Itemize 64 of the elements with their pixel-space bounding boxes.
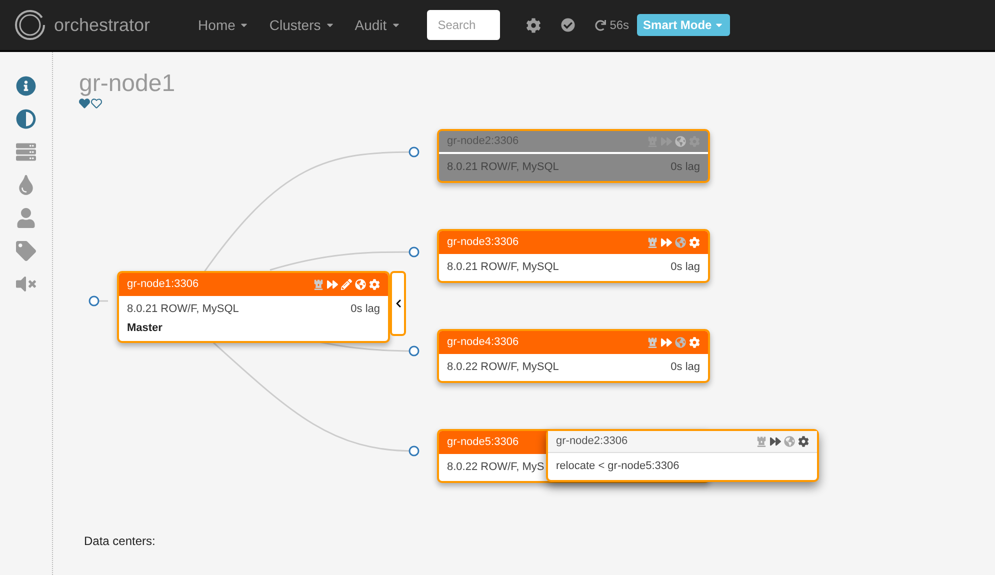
instance-name: gr-node1:3306 [127, 277, 199, 292]
globe-icon[interactable] [675, 136, 686, 147]
fast-forward-icon [770, 436, 781, 447]
instance-card[interactable]: gr-node1:3306 8.0.21 ROW/F, MySQL 0s lag Master [117, 271, 390, 343]
fast-forward-icon[interactable] [327, 279, 338, 290]
connector-line [99, 300, 108, 302]
data-centers-label: Data centers: [84, 533, 156, 550]
drop-icon[interactable] [16, 175, 36, 195]
nav-menu[interactable]: Home [198, 14, 250, 36]
node-handle[interactable] [408, 346, 420, 356]
popup-action-text: relocate < gr-node5:3306 [555, 459, 680, 474]
node-handle[interactable] [408, 446, 420, 456]
heart-icon[interactable] [79, 98, 90, 109]
instance-card[interactable]: gr-node3:3306 8.0.21 ROW/F, MySQL 0s lag [437, 229, 710, 282]
brand-name[interactable]: orchestrator [54, 12, 150, 38]
user-icon[interactable] [16, 208, 36, 228]
instance-name: gr-node5:3306 [447, 435, 519, 450]
tag-icon[interactable] [16, 241, 36, 261]
instance-card[interactable]: gr-node4:3306 8.0.22 ROW/F, MySQL 0s lag [437, 329, 710, 382]
settings-icon [798, 436, 809, 447]
mute-icon[interactable] [16, 274, 36, 294]
globe-icon[interactable] [675, 337, 686, 348]
instance-name: gr-node3:3306 [447, 235, 519, 250]
settings-icon[interactable] [526, 18, 541, 32]
lag-text: 0s lag [670, 360, 700, 375]
lag-text: 0s lag [670, 160, 700, 175]
fast-forward-icon[interactable] [661, 337, 672, 348]
server-icon[interactable] [16, 142, 36, 162]
popup-title: gr-node2:3306 [556, 434, 628, 450]
globe-icon[interactable] [675, 237, 686, 248]
version-text: 8.0.21 ROW/F, MySQL [447, 160, 559, 175]
chevron-left-icon [394, 299, 402, 308]
rook-icon[interactable] [647, 237, 658, 248]
version-text: 8.0.22 ROW/F, MyS [447, 460, 544, 475]
logo-icon [14, 9, 46, 41]
globe-icon[interactable] [355, 279, 366, 290]
rook-icon [756, 436, 767, 447]
settings-icon[interactable] [689, 337, 700, 348]
nav-menu[interactable]: Audit [354, 14, 401, 36]
refresh-button[interactable]: 56s [594, 16, 630, 34]
globe-icon [784, 436, 795, 447]
rook-icon[interactable] [647, 337, 658, 348]
rook-icon[interactable] [313, 279, 324, 290]
node-handle[interactable] [408, 146, 420, 158]
lag-text: 0s lag [350, 302, 380, 317]
instance-name: gr-node4:3306 [447, 335, 519, 350]
node-handle[interactable] [408, 246, 420, 258]
pencil-icon[interactable] [341, 279, 352, 290]
node-handle[interactable] [88, 296, 100, 306]
version-text: 8.0.21 ROW/F, MySQL [127, 302, 239, 317]
version-text: 8.0.22 ROW/F, MySQL [447, 360, 559, 375]
version-text: 8.0.21 ROW/F, MySQL [447, 260, 559, 275]
fast-forward-icon[interactable] [661, 237, 672, 248]
search-field[interactable]: Search [426, 10, 500, 40]
refresh-icon [594, 20, 606, 30]
heart-outline-icon[interactable] [91, 98, 102, 109]
collapse-button[interactable] [390, 271, 406, 336]
cluster-title: gr-node1 [79, 70, 176, 98]
nav-menu[interactable]: Clusters [269, 14, 335, 36]
lag-text: 0s lag [670, 260, 700, 275]
role-text: Master [127, 320, 164, 336]
info-icon[interactable] [16, 76, 36, 96]
settings-icon[interactable] [369, 279, 380, 290]
settings-icon[interactable] [689, 237, 700, 248]
